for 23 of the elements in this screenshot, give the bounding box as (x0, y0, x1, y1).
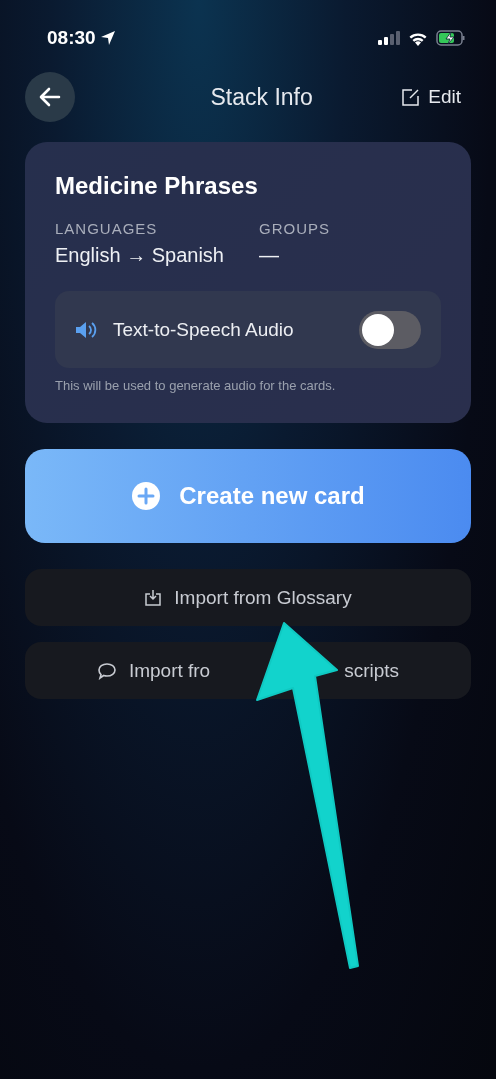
location-arrow-icon (99, 30, 116, 46)
import-button[interactable]: Import from Glossary (25, 569, 471, 626)
field-label: LANGUAGES (55, 220, 159, 237)
wifi-icon (408, 30, 428, 46)
screen-title: Stack Info (210, 83, 313, 111)
back-arrow-icon (39, 87, 61, 107)
signal-icon (378, 31, 400, 45)
tts-toggle[interactable] (359, 310, 421, 349)
field-value: — (259, 244, 280, 267)
speaker-icon (75, 320, 99, 339)
stack-name: Medicine Phrases (55, 172, 259, 200)
status-time: 08:30 (47, 27, 116, 49)
field-value: English → Spanish (55, 244, 225, 267)
download-icon (144, 588, 163, 607)
tts-label: Text-to-Speech Audio (113, 318, 295, 341)
edit-button[interactable]: Edit (402, 86, 471, 108)
battery-charging-icon (436, 30, 466, 46)
speech-bubble-icon (96, 661, 117, 680)
plus-circle-icon (131, 481, 162, 511)
back-button[interactable] (25, 72, 75, 122)
edit-icon (402, 88, 421, 106)
tts-hint: This will be used to generate audio for the cards. (55, 378, 337, 393)
field-label: GROUPS (259, 220, 330, 237)
